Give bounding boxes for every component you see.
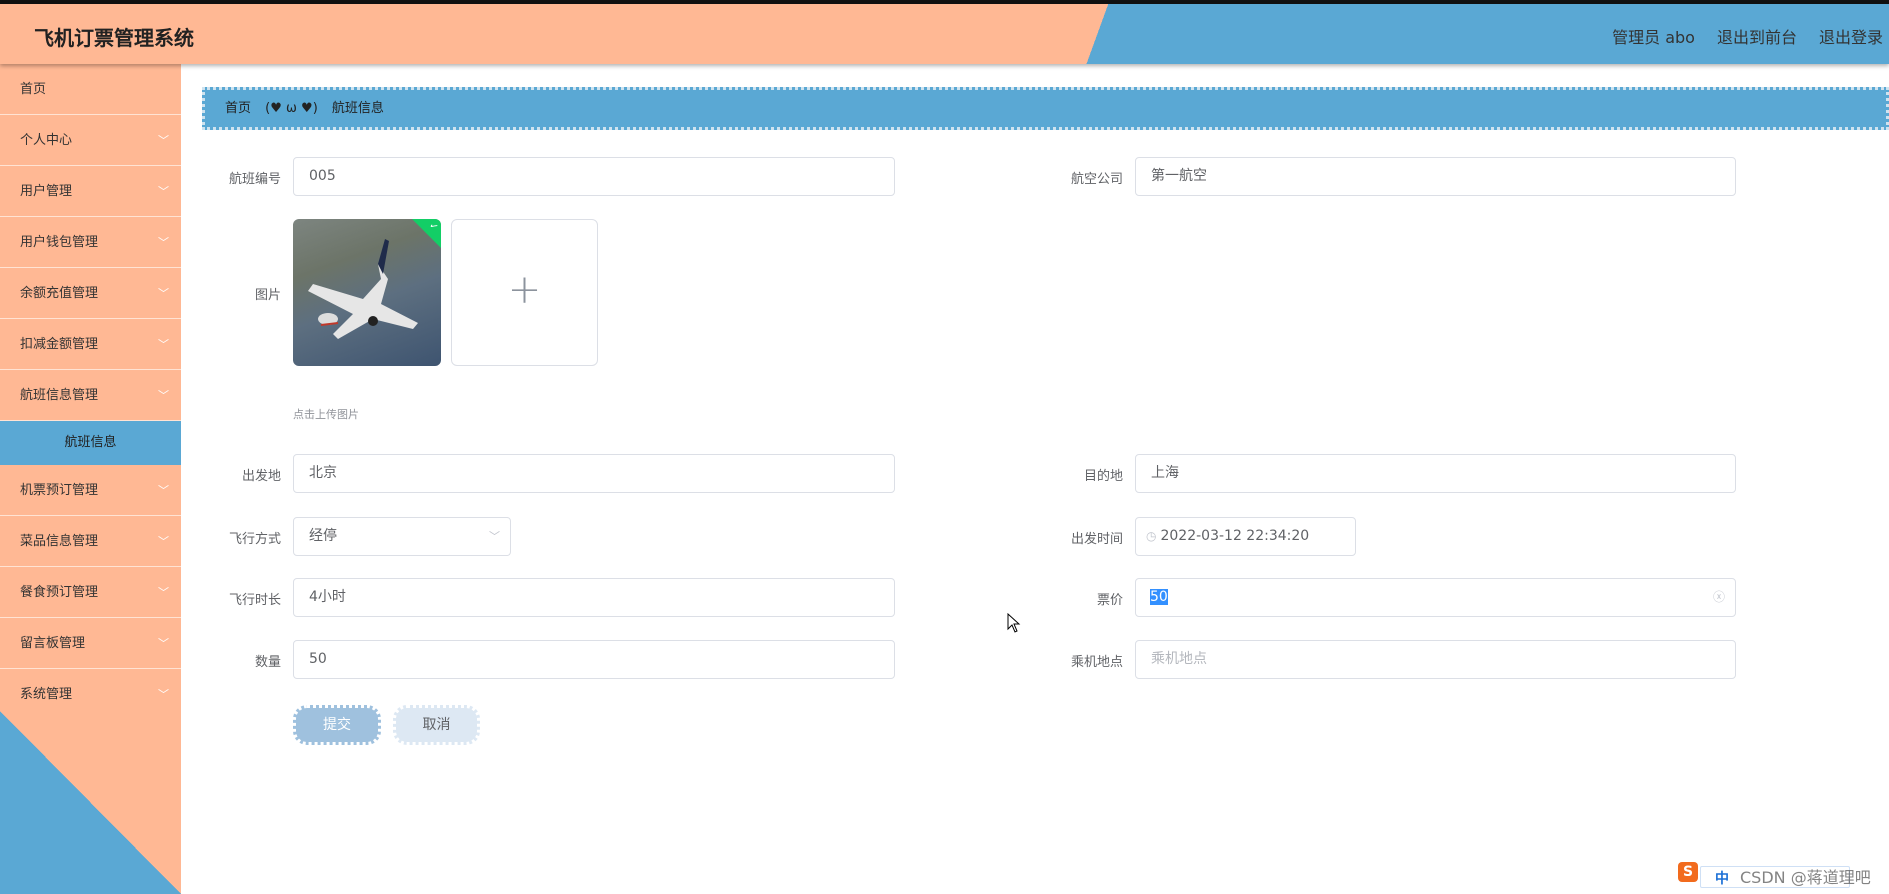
sidebar-item-flights[interactable]: 航班信息管理 ﹀ — [0, 370, 181, 421]
sidebar-item-label: 首页 — [20, 82, 47, 97]
sidebar-item-meals[interactable]: 餐食预订管理 ﹀ — [0, 567, 181, 618]
csdn-watermark: CSDN @蒋道理吧 — [1740, 868, 1871, 887]
mode-select-value: 经停 — [309, 528, 337, 544]
chevron-down-icon: ﹀ — [158, 688, 169, 701]
sidebar-item-label: 留言板管理 — [20, 636, 86, 651]
sidebar-item-messages[interactable]: 留言板管理 ﹀ — [0, 618, 181, 669]
sidebar-item-label: 用户钱包管理 — [20, 235, 99, 250]
mouse-cursor-icon — [1007, 613, 1021, 633]
submit-button[interactable]: 提交 — [293, 705, 381, 745]
chevron-down-icon: ﹀ — [158, 134, 169, 147]
sidebar-item-personal[interactable]: 个人中心 ﹀ — [0, 115, 181, 166]
airplane-icon — [308, 239, 418, 339]
upload-hint: 点击上传图片 — [293, 408, 359, 421]
duration-label: 飞行时长 — [228, 593, 281, 608]
origin-input[interactable]: 北京 — [293, 454, 895, 493]
breadcrumb-home[interactable]: 首页 — [225, 101, 251, 116]
sidebar-item-label: 用户管理 — [20, 184, 73, 199]
sidebar-item-system[interactable]: 系统管理 ﹀ — [0, 669, 181, 720]
cancel-button[interactable]: 取消 — [393, 705, 480, 745]
quantity-input[interactable]: 50 — [293, 640, 895, 679]
sidebar-item-home[interactable]: 首页 — [0, 64, 181, 115]
uploaded-airplane-image[interactable]: ✓ — [293, 219, 441, 366]
mode-select[interactable]: 经停 ﹀ — [293, 517, 511, 556]
sidebar-subitem-flight-info[interactable]: 航班信息 — [0, 421, 181, 465]
mode-label: 飞行方式 — [228, 532, 281, 547]
sidebar-item-recharge[interactable]: 余额充值管理 ﹀ — [0, 268, 181, 319]
sidebar: 首页 个人中心 ﹀ 用户管理 ﹀ 用户钱包管理 ﹀ 余额充值管理 ﹀ 扣减金额管理 ﹀ 航… — [0, 64, 181, 894]
flight-no-input[interactable]: 005 — [293, 157, 895, 196]
app-title: 飞机订票管理系统 — [34, 26, 194, 50]
price-input[interactable]: 50 ⓧ — [1135, 578, 1736, 617]
sidebar-item-label: 航班信息管理 — [20, 388, 99, 403]
depart-time-picker[interactable]: ◷ 2022-03-12 22:34:20 — [1135, 517, 1356, 556]
chevron-down-icon: ﹀ — [489, 530, 500, 543]
price-value-selected: 50 — [1150, 589, 1168, 605]
airline-label: 航空公司 — [1070, 172, 1123, 187]
flight-no-label: 航班编号 — [228, 172, 281, 187]
breadcrumb-separator: (♥ ω ♥) — [265, 101, 318, 116]
duration-input[interactable]: 4小时 — [293, 578, 895, 617]
sidebar-item-label: 系统管理 — [20, 687, 73, 702]
sidebar-item-tickets[interactable]: 机票预订管理 ﹀ — [0, 465, 181, 516]
logout-link[interactable]: 退出登录 — [1819, 24, 1883, 48]
add-image-button[interactable]: + — [451, 219, 598, 366]
front-link[interactable]: 退出到前台 — [1717, 24, 1797, 48]
breadcrumb: 首页 (♥ ω ♥) 航班信息 — [202, 87, 1889, 130]
clear-icon[interactable]: ⓧ — [1713, 579, 1725, 616]
boarding-label: 乘机地点 — [1070, 655, 1123, 670]
destination-input[interactable]: 上海 — [1135, 454, 1736, 493]
sogou-ime-logo-icon: S — [1678, 862, 1698, 882]
depart-time-value: 2022-03-12 22:34:20 — [1160, 528, 1310, 544]
quantity-label: 数量 — [254, 655, 281, 670]
sidebar-item-label: 菜品信息管理 — [20, 534, 99, 549]
admin-user: 管理员 abo — [1612, 28, 1695, 47]
sidebar-item-deduct[interactable]: 扣减金额管理 ﹀ — [0, 319, 181, 370]
price-label: 票价 — [1096, 593, 1123, 608]
sidebar-item-users[interactable]: 用户管理 ﹀ — [0, 166, 181, 217]
sidebar-item-label: 餐食预订管理 — [20, 585, 99, 600]
depart-time-label: 出发时间 — [1070, 532, 1123, 547]
sidebar-item-label: 扣减金额管理 — [20, 337, 99, 352]
destination-label: 目的地 — [1083, 469, 1123, 484]
chevron-down-icon: ﹀ — [158, 338, 169, 351]
breadcrumb-current: 航班信息 — [331, 101, 384, 116]
boarding-input[interactable]: 乘机地点 — [1135, 640, 1736, 679]
sidebar-item-dishes[interactable]: 菜品信息管理 ﹀ — [0, 516, 181, 567]
sidebar-item-label: 机票预订管理 — [20, 483, 99, 498]
clock-icon: ◷ — [1146, 529, 1157, 543]
sidebar-item-label: 个人中心 — [20, 133, 73, 148]
sidebar-item-wallet[interactable]: 用户钱包管理 ﹀ — [0, 217, 181, 268]
ime-mode[interactable]: 中 — [1715, 868, 1729, 888]
chevron-down-icon: ﹀ — [158, 389, 169, 402]
chevron-down-icon: ﹀ — [158, 236, 169, 249]
airline-input[interactable]: 第一航空 — [1135, 157, 1736, 196]
header: 飞机订票管理系统 管理员 abo 退出到前台 退出登录 — [0, 4, 1889, 64]
sidebar-item-label: 余额充值管理 — [20, 286, 99, 301]
origin-label: 出发地 — [241, 469, 281, 484]
image-label: 图片 — [254, 288, 281, 303]
